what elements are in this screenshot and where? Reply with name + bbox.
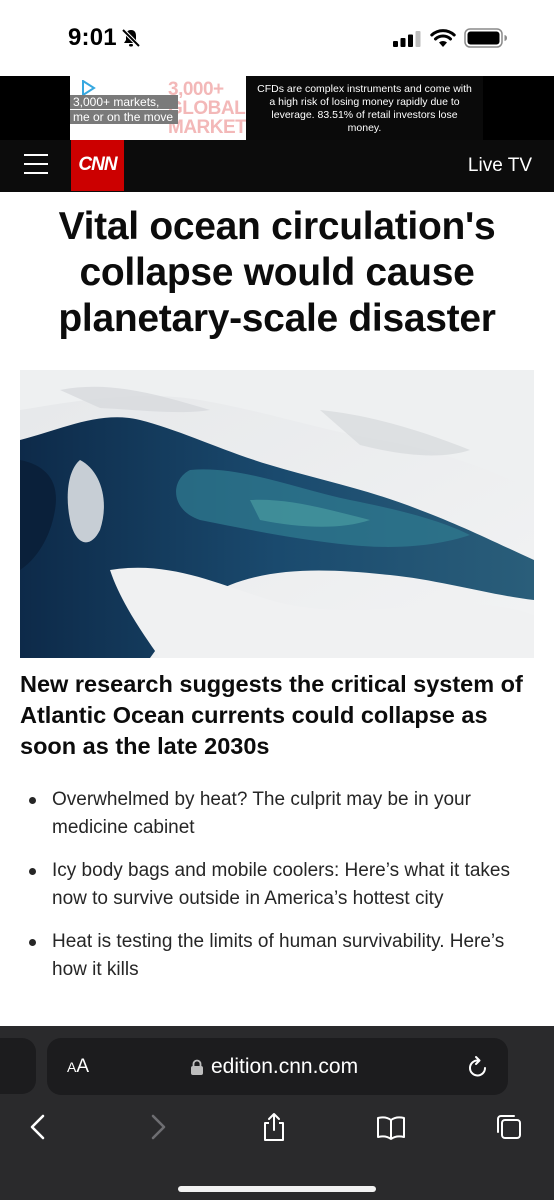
related-link[interactable]: Overwhelmed by heat? The culprit may be … [20,786,540,842]
bookmarks-icon[interactable] [376,1112,406,1142]
article-subheadline[interactable]: New research suggests the critical syste… [20,669,540,762]
share-icon[interactable] [259,1112,289,1142]
adchoices-icon[interactable] [80,80,96,96]
ad-banner[interactable]: 3,000+ GLOBAL MARKETS 3,000+ markets, me… [0,76,554,140]
related-link[interactable]: Heat is testing the limits of human surv… [20,928,540,984]
status-bar: 9:01 [0,0,554,76]
ad-image[interactable]: 3,000+ GLOBAL MARKETS 3,000+ markets, me… [70,76,246,140]
back-icon[interactable] [24,1112,54,1142]
status-time: 9:01 [68,24,117,51]
bell-slash-icon [121,28,141,48]
related-links: Overwhelmed by heat? The culprit may be … [20,786,540,999]
ad-big-text: 3,000+ GLOBAL MARKETS [168,79,246,138]
battery-icon [464,28,507,48]
ad-line: 3,000+ markets, [70,95,178,109]
lock-icon [191,1059,203,1075]
related-link[interactable]: Icy body bags and mobile coolers: Here’s… [20,857,540,913]
reload-icon[interactable] [467,1055,489,1079]
forward-icon[interactable] [142,1112,172,1142]
live-tv-link[interactable]: Live TV [468,155,532,177]
menu-icon[interactable] [24,154,48,176]
article-headline[interactable]: Vital ocean circulation's collapse would… [18,204,536,342]
url-text[interactable]: edition.cnn.com [211,1055,358,1079]
previous-tab[interactable] [0,1038,36,1094]
address-bar[interactable]: AA edition.cnn.com [47,1038,508,1095]
wifi-icon [430,29,456,47]
tabs-icon[interactable] [494,1112,524,1142]
cnn-logo[interactable]: CNN [71,140,124,191]
browser-toolbar: AA edition.cnn.com [0,1026,554,1200]
ad-disclaimer: CFDs are complex instruments and come wi… [246,76,483,140]
ad-line: me or on the move [70,110,178,124]
cnn-logo-text: CNN [78,154,117,175]
home-indicator [178,1186,376,1192]
ad-taglines: 3,000+ markets, me or on the move [70,95,178,125]
hero-image[interactable] [20,370,534,658]
reader-settings-button[interactable]: AA [67,1056,89,1078]
cellular-signal-icon [393,31,421,47]
